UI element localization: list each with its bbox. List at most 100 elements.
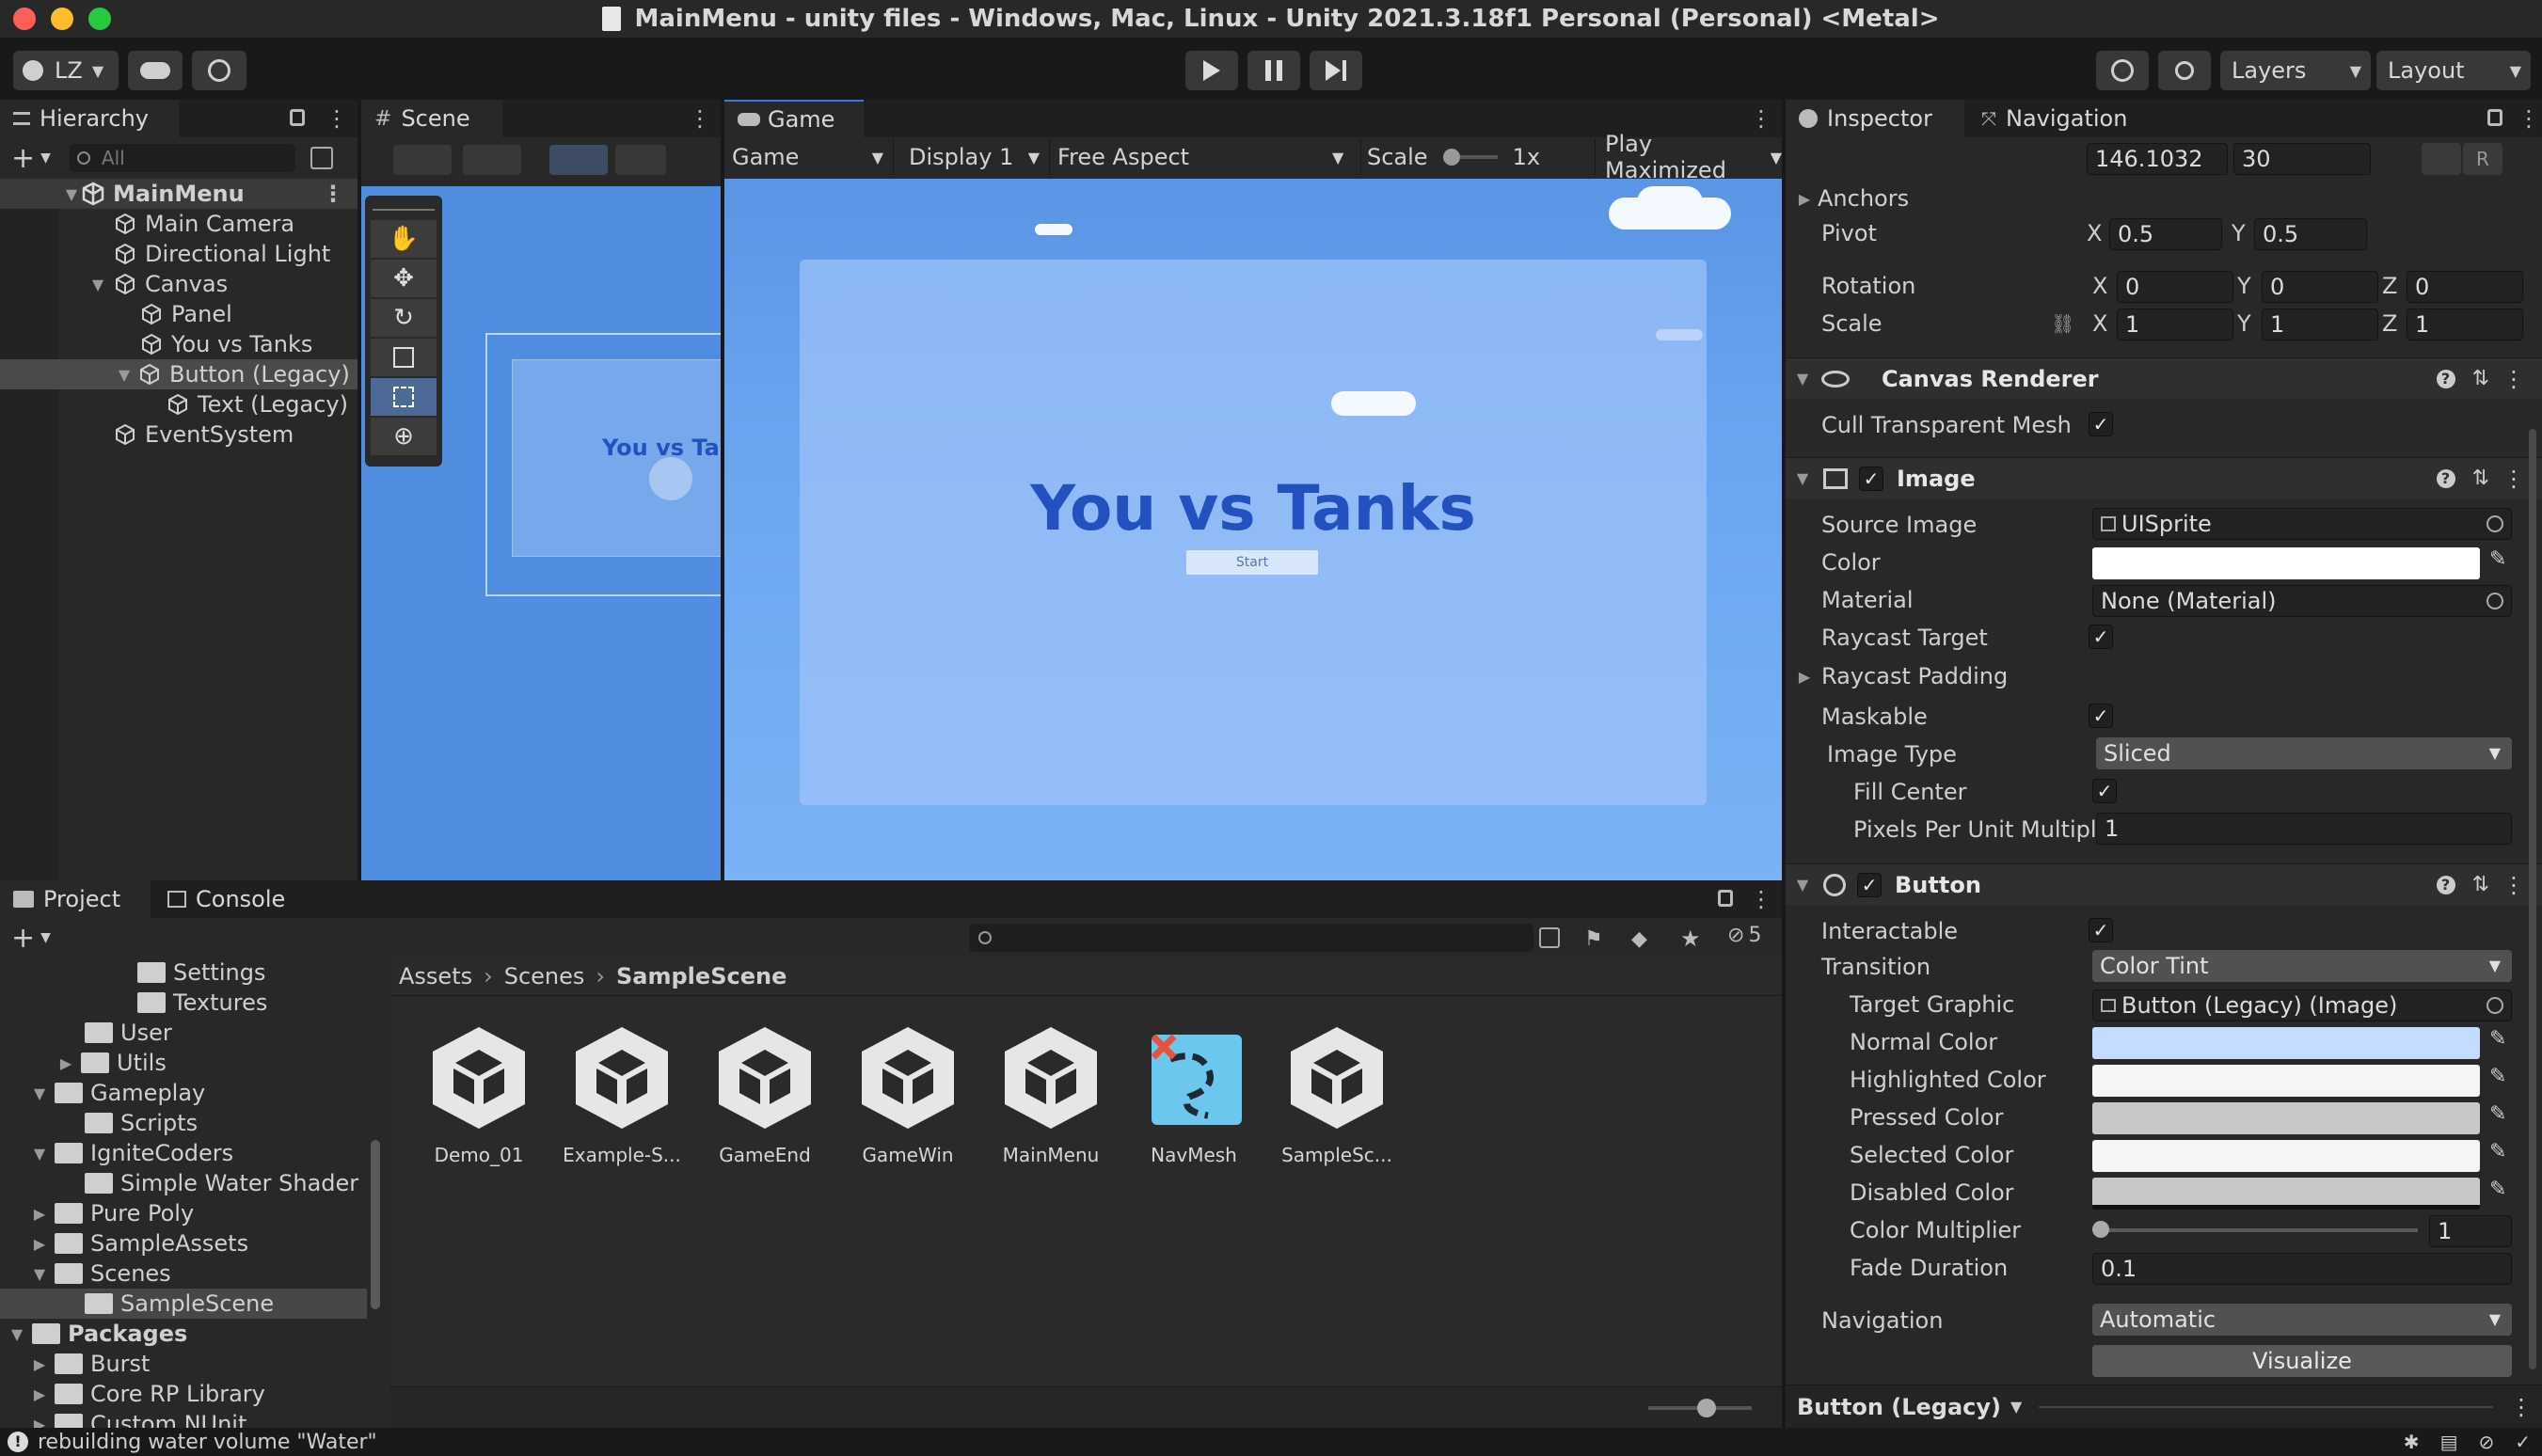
favorite-star-icon[interactable]: ★ [1680,926,1701,952]
asset-gameend[interactable]: GameEnd [694,1021,835,1166]
progress-check-icon[interactable]: ✓ [2515,1431,2531,1453]
presets-icon[interactable]: ⇅ [2472,367,2489,390]
disabled-color-field[interactable] [2092,1178,2480,1210]
pause-button[interactable] [1247,51,1300,90]
object-picker-icon[interactable] [2486,593,2503,609]
status-message[interactable]: rebuilding water volume "Water" [38,1431,377,1454]
folder-textures[interactable]: Textures [137,988,267,1018]
visualize-button[interactable]: Visualize [2092,1345,2512,1377]
height-field[interactable]: 30 [2233,143,2371,175]
link-scale-icon[interactable]: ⛓ [2051,312,2074,335]
lock-icon[interactable] [2487,109,2502,126]
more-options-icon[interactable]: ⋮ [1750,105,1772,132]
asset-samplescene[interactable]: SampleSc... [1266,1021,1407,1166]
more-options-icon[interactable]: ⋮ [2518,105,2540,132]
color-multiplier-field[interactable]: 1 [2429,1215,2512,1247]
object-picker-icon[interactable] [2486,515,2503,532]
more-options-icon[interactable]: ⋮ [689,105,711,132]
image-component-header[interactable]: ▼ ✓ Image ? ⇅ ⋮ [1786,457,2542,499]
palette-grip[interactable] [373,201,435,211]
expand-arrow-icon[interactable]: ▼ [1793,370,1812,388]
expand-arrow-icon[interactable]: ▼ [88,276,107,293]
scene-visibility-icon[interactable] [310,147,333,169]
tree-item-you-vs-tanks[interactable]: You vs Tanks [139,329,312,359]
game-mode-dropdown[interactable]: Game ▼ [724,139,894,175]
pressed-color-field[interactable] [2092,1102,2480,1134]
folder-settings[interactable]: Settings [137,957,265,988]
more-options-icon[interactable]: ⋮ [2502,466,2525,492]
folder-simple-water-shader[interactable]: Simple Water Shader [85,1168,358,1198]
scale-slider[interactable]: Scale 1x [1360,139,1596,175]
cache-server-icon[interactable]: ▤ [2440,1431,2458,1453]
step-button[interactable] [1310,51,1362,90]
eyedropper-icon[interactable]: ✎ [2489,1102,2506,1126]
selected-color-field[interactable] [2092,1140,2480,1172]
tree-item-directional-light[interactable]: Directional Light [113,239,330,269]
folder-core-rp-library[interactable]: ▶ Core RP Library [30,1379,265,1409]
tree-item-mainmenu[interactable]: ▼ MainMenu ⋮ [0,179,357,209]
expand-arrow-icon[interactable]: ▼ [30,1145,49,1163]
tag-icon[interactable]: ◆ [1631,927,1647,951]
fill-center-checkbox[interactable]: ✓ [2092,779,2117,803]
project-search-input[interactable] [969,924,1533,952]
expand-arrow-icon[interactable]: ▼ [115,366,134,384]
pixels-per-unit-field[interactable]: 1 [2096,813,2512,845]
maskable-checkbox[interactable]: ✓ [2089,704,2113,728]
color-multiplier-slider-thumb[interactable] [2092,1221,2109,1238]
folder-tree-scrollbar[interactable] [369,971,382,1428]
rect-tool-button[interactable] [371,378,437,416]
selected-object-label[interactable]: Button (Legacy) [1797,1394,2001,1420]
folder-scenes[interactable]: ▼ Scenes [30,1258,171,1289]
folder-burst[interactable]: ▶ Burst [30,1349,151,1379]
expand-arrow-icon[interactable]: ▼ [8,1325,26,1343]
render-mode-dropdown[interactable] [463,145,521,175]
expand-arrow-icon[interactable]: ▼ [30,1084,49,1102]
asset-navmesh[interactable]: NavMesh [1123,1021,1264,1166]
scale-y-field[interactable]: 1 [2262,309,2378,340]
expand-arrow-icon[interactable]: ▶ [30,1416,49,1429]
folder-custom-nunit[interactable]: ▶ Custom NUnit [30,1409,246,1428]
folder-samplescene[interactable]: SampleScene [0,1289,367,1319]
rotate-tool-button[interactable]: ↻ [371,299,437,337]
source-image-field[interactable]: UISprite [2092,508,2512,540]
lock-icon[interactable] [290,109,305,126]
scrollbar-thumb[interactable] [371,1140,380,1309]
more-options-icon[interactable]: ⋮ [2502,366,2525,392]
expand-arrow-icon[interactable]: ▼ [30,1265,49,1283]
search-by-type-icon[interactable] [1539,927,1560,948]
snap-grid-toggle[interactable] [615,145,666,175]
move-tool-button[interactable]: ✥ [371,260,437,297]
more-options-icon[interactable]: ⋮ [1750,886,1772,912]
expand-arrow-icon[interactable]: ▶ [1795,190,1814,208]
chevron-down-icon[interactable]: ▼ [40,930,51,945]
game-viewport[interactable]: You vs Tanks Start [724,179,1782,880]
rotation-z-field[interactable]: 0 [2407,271,2523,303]
breadcrumb-item[interactable]: Scenes [504,963,585,989]
material-field[interactable]: None (Material) [2092,585,2512,617]
folder-user[interactable]: User [85,1018,172,1048]
expand-arrow-icon[interactable]: ▼ [1793,469,1812,487]
add-icon[interactable]: + [11,142,35,175]
scrollbar-thumb[interactable] [2529,429,2536,1369]
collab-button[interactable] [192,51,246,90]
expand-arrow-icon[interactable]: ▶ [30,1385,49,1403]
rotation-x-field[interactable]: 0 [2117,271,2233,303]
expand-arrow-icon[interactable]: ▶ [30,1205,49,1223]
blueprint-mode-button[interactable] [2422,143,2461,175]
auto-generate-lighting-icon[interactable]: ⊘ [2478,1431,2494,1453]
scale-tool-button[interactable] [371,339,437,376]
interactable-checkbox[interactable]: ✓ [2089,918,2113,942]
expand-arrow-icon[interactable]: ▶ [56,1054,75,1072]
folder-gameplay[interactable]: ▼ Gameplay [30,1078,205,1108]
transform-tool-button[interactable]: ⊕ [371,418,437,455]
scale-x-field[interactable]: 1 [2117,309,2233,340]
presets-icon[interactable]: ⇅ [2472,467,2489,490]
more-options-icon[interactable]: ⋮ [326,105,348,132]
hidden-packages-toggle[interactable]: ⊘ 5 [1727,924,1761,947]
inspector-scrollbar[interactable] [2529,325,2538,1379]
folder-pure-poly[interactable]: ▶ Pure Poly [30,1198,194,1228]
chevron-down-icon[interactable]: ▼ [40,150,51,166]
folder-scripts[interactable]: Scripts [85,1108,198,1138]
anchors-foldout[interactable]: ▶ Anchors [1795,182,1909,214]
presets-icon[interactable]: ⇅ [2472,873,2489,896]
